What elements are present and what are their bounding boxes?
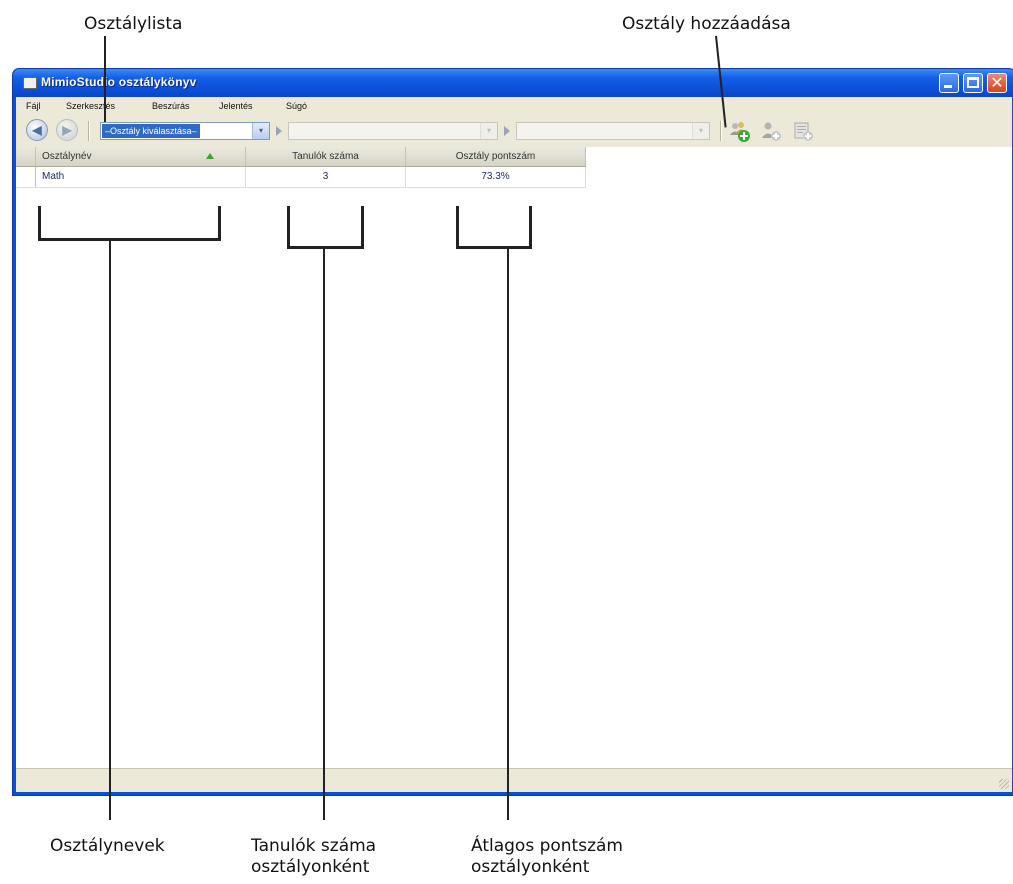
class-select-value: –Osztály kiválasztása–	[102, 124, 200, 138]
resize-grip-icon[interactable]	[999, 779, 1009, 789]
breadcrumb-arrow-icon	[276, 126, 282, 136]
column-header-student-count[interactable]: Tanulók száma	[246, 147, 406, 166]
callout-average-line1: Átlagos pontszám	[471, 836, 623, 856]
app-icon	[23, 77, 37, 89]
grid-header: Osztálynév Tanulók száma Osztály pontszá…	[16, 147, 586, 167]
class-score-cell[interactable]: 73.3%	[406, 167, 586, 187]
add-lesson-icon	[794, 122, 813, 141]
chevron-down-icon[interactable]: ▾	[252, 123, 269, 139]
client-area: Fájl Szerkesztés Beszúrás Jelentés Súgó …	[16, 97, 1012, 792]
toolbar: ◀ ▶ –Osztály kiválasztása– ▾ ▾ ▾	[16, 115, 1012, 147]
minimize-icon	[944, 85, 952, 88]
chevron-down-icon[interactable]: ▾	[480, 123, 497, 139]
class-name-cell[interactable]: Math	[36, 167, 246, 187]
callout-class-list: Osztálylista	[84, 14, 183, 34]
student-count-cell[interactable]: 3	[246, 167, 406, 187]
maximize-button[interactable]	[963, 73, 983, 93]
minimize-button[interactable]	[939, 73, 959, 93]
forward-arrow-icon: ▶	[62, 123, 72, 137]
add-lesson-button[interactable]	[792, 121, 816, 143]
breadcrumb-arrow-icon	[504, 126, 510, 136]
toolbar-separator	[88, 121, 90, 141]
callout-average-score: Átlagos pontszám osztályonként	[471, 836, 623, 878]
add-class-icon	[730, 122, 750, 142]
lesson-select-dropdown[interactable]: ▾	[516, 122, 710, 140]
menu-insert[interactable]: Beszúrás	[152, 101, 190, 111]
add-student-icon	[762, 122, 781, 141]
callout-students-line1: Tanulók száma	[251, 836, 377, 856]
sort-ascending-icon	[206, 153, 214, 159]
menu-bar: Fájl Szerkesztés Beszúrás Jelentés Súgó	[16, 97, 1012, 114]
menu-file[interactable]: Fájl	[26, 101, 41, 111]
toolbar-separator	[720, 121, 722, 141]
add-class-button[interactable]	[728, 121, 752, 143]
menu-report[interactable]: Jelentés	[219, 101, 253, 111]
back-button[interactable]: ◀	[26, 119, 48, 141]
student-select-dropdown[interactable]: ▾	[288, 122, 498, 140]
title-bar[interactable]: MimioStudio osztálykönyv ✕	[13, 69, 1013, 97]
row-header[interactable]	[16, 167, 36, 187]
add-student-button[interactable]	[760, 121, 784, 143]
maximize-icon	[967, 77, 979, 88]
chevron-down-icon[interactable]: ▾	[692, 123, 709, 139]
callout-average-line2: osztályonként	[471, 857, 590, 877]
column-header-class-score[interactable]: Osztály pontszám	[406, 147, 586, 166]
window-title: MimioStudio osztálykönyv	[41, 75, 197, 89]
row-header-corner	[16, 147, 36, 166]
menu-help[interactable]: Súgó	[286, 101, 307, 111]
app-window: MimioStudio osztálykönyv ✕ Fájl Szerkesz…	[12, 68, 1013, 796]
class-select-dropdown[interactable]: –Osztály kiválasztása– ▾	[100, 122, 270, 140]
column-header-class-name[interactable]: Osztálynév	[36, 147, 246, 166]
callout-add-class: Osztály hozzáadása	[622, 14, 791, 34]
menu-edit[interactable]: Szerkesztés	[66, 101, 115, 111]
status-bar	[16, 768, 1012, 792]
forward-button[interactable]: ▶	[56, 119, 78, 141]
close-button[interactable]: ✕	[987, 73, 1007, 93]
callout-students-line2: osztályonként	[251, 857, 370, 877]
table-row[interactable]: Math 3 73.3%	[16, 167, 586, 188]
close-icon: ✕	[990, 73, 1004, 92]
callout-class-names: Osztálynevek	[50, 836, 165, 856]
callout-students-per-class: Tanulók száma osztályonként	[251, 836, 376, 878]
callout-leader-class-list	[104, 36, 106, 122]
column-header-label: Osztálynév	[42, 151, 92, 162]
back-arrow-icon: ◀	[32, 123, 42, 137]
